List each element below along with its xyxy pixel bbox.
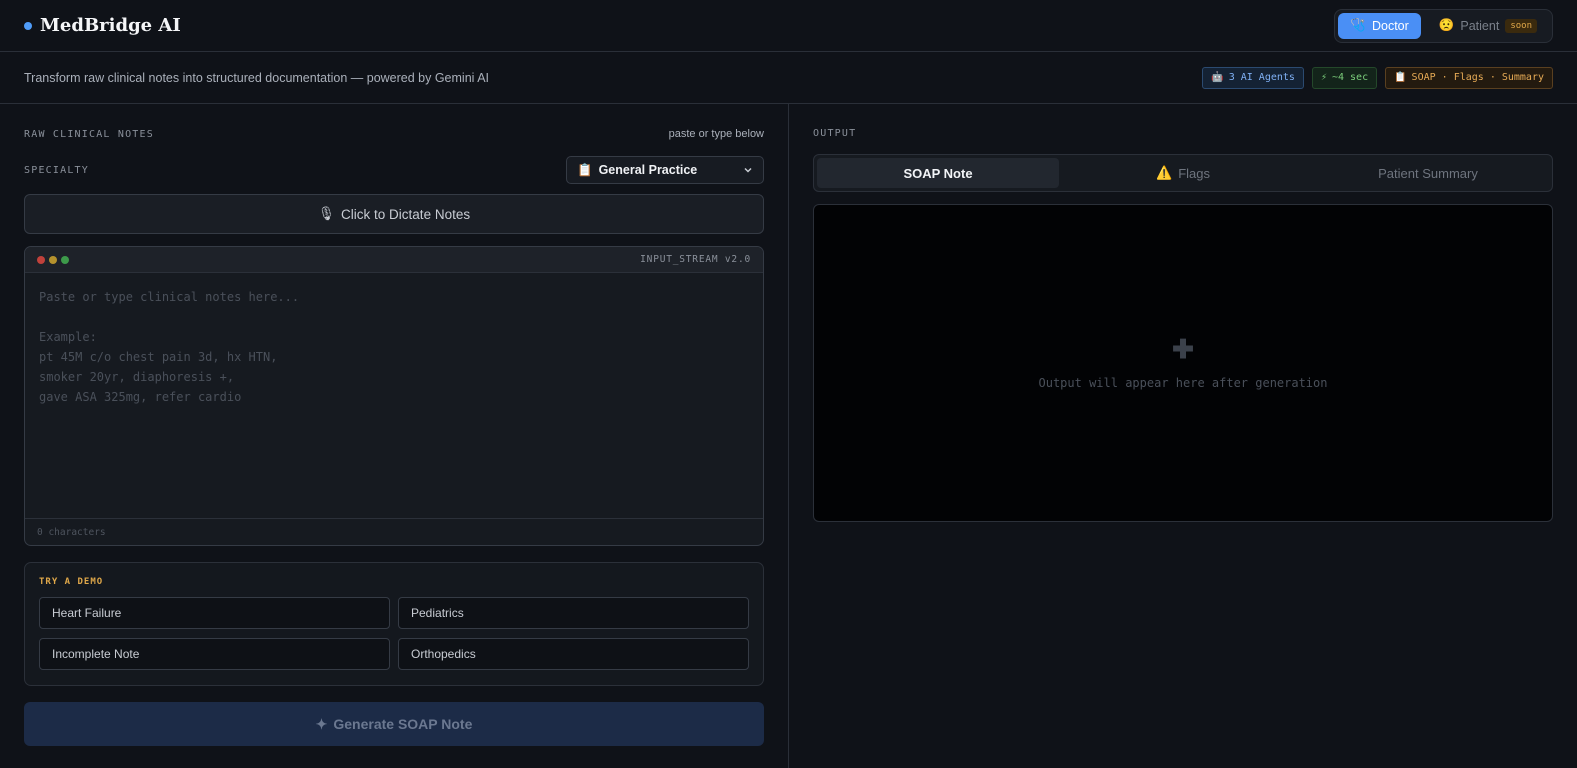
soon-badge: soon	[1505, 18, 1537, 33]
outputs-badge: 📋 SOAP · Flags · Summary	[1385, 66, 1553, 89]
maximize-dot-icon	[61, 255, 69, 264]
agents-badge: 🤖 3 AI Agents	[1202, 66, 1304, 89]
demo-grid: Heart Failure Pediatrics Incomplete Note…	[39, 597, 749, 670]
tab-flags-label: Flags	[1178, 165, 1210, 181]
face-icon: 😟	[1438, 18, 1455, 32]
dictate-button[interactable]: 🎙 Click to Dictate Notes	[24, 194, 764, 234]
stethoscope-icon: 🩺	[1350, 18, 1366, 32]
tagline: Transform raw clinical notes into struct…	[24, 70, 490, 85]
sub-header: Transform raw clinical notes into struct…	[0, 52, 1577, 104]
specialty-row: SPECIALTY 📋 General Practice	[24, 156, 764, 184]
tab-soap-note-label: SOAP Note	[903, 165, 973, 181]
notes-header: RAW CLINICAL NOTES paste or type below	[24, 128, 764, 140]
tab-patient-summary[interactable]: Patient Summary	[1307, 158, 1549, 188]
doctor-role-label: Doctor	[1371, 18, 1409, 33]
minimize-dot-icon	[49, 255, 57, 264]
agents-badge-label: 3 AI Agents	[1228, 72, 1295, 83]
app-title: MedBridge AI	[40, 15, 181, 36]
specialty-value: General Practice	[598, 163, 698, 177]
clipboard-icon: 📋	[577, 162, 593, 177]
role-toggle: 🩺 Doctor 😟 Patient soon	[1334, 8, 1553, 43]
demo-panel: TRY A DEMO Heart Failure Pediatrics Inco…	[24, 562, 764, 686]
demo-incomplete-note-button[interactable]: Incomplete Note	[39, 638, 390, 670]
editor-header: INPUT_STREAM v2.0	[25, 247, 763, 273]
output-panel: OUTPUT SOAP Note ⚠️ Flags Patient Summar…	[789, 104, 1577, 768]
generate-button[interactable]: ✦ Generate SOAP Note	[24, 702, 764, 746]
window-controls	[37, 255, 69, 264]
output-area: ✚ Output will appear here after generati…	[813, 204, 1553, 522]
demo-pediatrics-button[interactable]: Pediatrics	[398, 597, 749, 629]
microphone-icon: 🎙	[317, 206, 336, 221]
tab-soap-note[interactable]: SOAP Note	[817, 158, 1059, 188]
brand: MedBridge AI	[24, 15, 181, 36]
notes-editor: INPUT_STREAM v2.0 0 characters	[24, 246, 764, 546]
lightning-icon: ⚡	[1320, 72, 1327, 83]
patient-role-label: Patient	[1460, 18, 1500, 33]
output-empty-text: Output will appear here after generation	[1038, 376, 1328, 390]
demo-heart-failure-button[interactable]: Heart Failure	[39, 597, 390, 629]
demo-orthopedics-button[interactable]: Orthopedics	[398, 638, 749, 670]
input-panel: RAW CLINICAL NOTES paste or type below S…	[0, 104, 788, 768]
demo-title: TRY A DEMO	[39, 577, 104, 587]
paste-hint: paste or type below	[668, 128, 764, 140]
sparkle-icon: ✦	[315, 715, 328, 732]
raw-notes-label: RAW CLINICAL NOTES	[24, 128, 154, 140]
input-stream-label: INPUT_STREAM v2.0	[640, 254, 751, 265]
specialty-select[interactable]: 📋 General Practice	[566, 156, 764, 184]
clipboard-icon: 📋	[1394, 72, 1407, 83]
feature-badges: 🤖 3 AI Agents ⚡ ~4 sec 📋 SOAP · Flags · …	[1202, 66, 1553, 89]
top-bar: MedBridge AI 🩺 Doctor 😟 Patient soon	[0, 0, 1577, 52]
doctor-role-button[interactable]: 🩺 Doctor	[1338, 12, 1421, 39]
tab-patient-summary-label: Patient Summary	[1378, 165, 1478, 181]
speed-badge: ⚡ ~4 sec	[1311, 66, 1378, 89]
dictate-label: Click to Dictate Notes	[341, 206, 471, 222]
generate-label: Generate SOAP Note	[333, 716, 473, 732]
close-dot-icon	[37, 255, 45, 264]
tab-flags[interactable]: ⚠️ Flags	[1062, 158, 1304, 188]
plus-icon: ✚	[1172, 334, 1194, 364]
clinical-notes-input[interactable]	[25, 273, 763, 518]
outputs-badge-label: SOAP · Flags · Summary	[1411, 72, 1544, 83]
robot-icon: 🤖	[1211, 72, 1224, 83]
patient-role-button[interactable]: 😟 Patient soon	[1427, 13, 1549, 39]
chevron-down-icon	[744, 167, 752, 173]
output-tabs: SOAP Note ⚠️ Flags Patient Summary	[813, 154, 1553, 192]
char-count: 0 characters	[25, 518, 763, 545]
output-label: OUTPUT	[813, 128, 857, 139]
brand-dot-icon	[24, 21, 32, 30]
specialty-label: SPECIALTY	[24, 164, 89, 176]
warning-icon: ⚠️	[1156, 165, 1173, 180]
speed-badge-label: ~4 sec	[1331, 72, 1369, 83]
